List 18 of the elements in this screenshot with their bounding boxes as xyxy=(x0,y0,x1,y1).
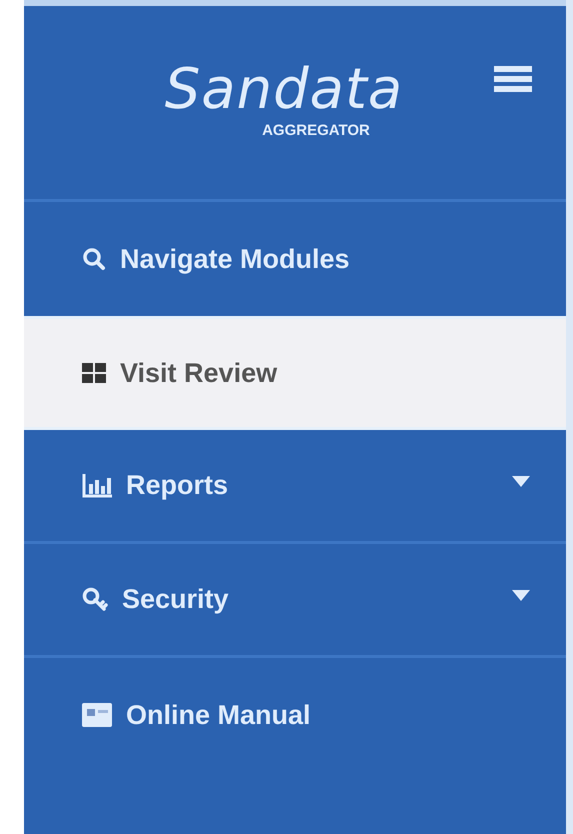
logo-text: Sandata xyxy=(164,60,404,120)
nav-item[interactable]: Visit Review xyxy=(24,316,566,430)
nav-label: Visit Review xyxy=(120,356,278,390)
card-icon xyxy=(82,703,112,727)
bar-chart-icon xyxy=(82,474,112,498)
nav-item[interactable]: Online Manual xyxy=(24,658,566,772)
grid-icon xyxy=(82,363,106,383)
nav-label: Online Manual xyxy=(126,698,312,732)
search-icon xyxy=(82,247,106,271)
nav-label: Security xyxy=(122,583,230,616)
nav-label: Reports xyxy=(126,469,230,502)
nav-item[interactable]: Navigate Modules xyxy=(24,202,566,316)
key-icon xyxy=(82,586,108,612)
menu-icon xyxy=(494,64,532,94)
caret-down-icon xyxy=(512,476,530,487)
nav-label: Navigate Modules xyxy=(120,242,351,276)
logo-subtitle: AGGREGATOR xyxy=(262,122,370,140)
caret-down-icon xyxy=(512,590,530,601)
